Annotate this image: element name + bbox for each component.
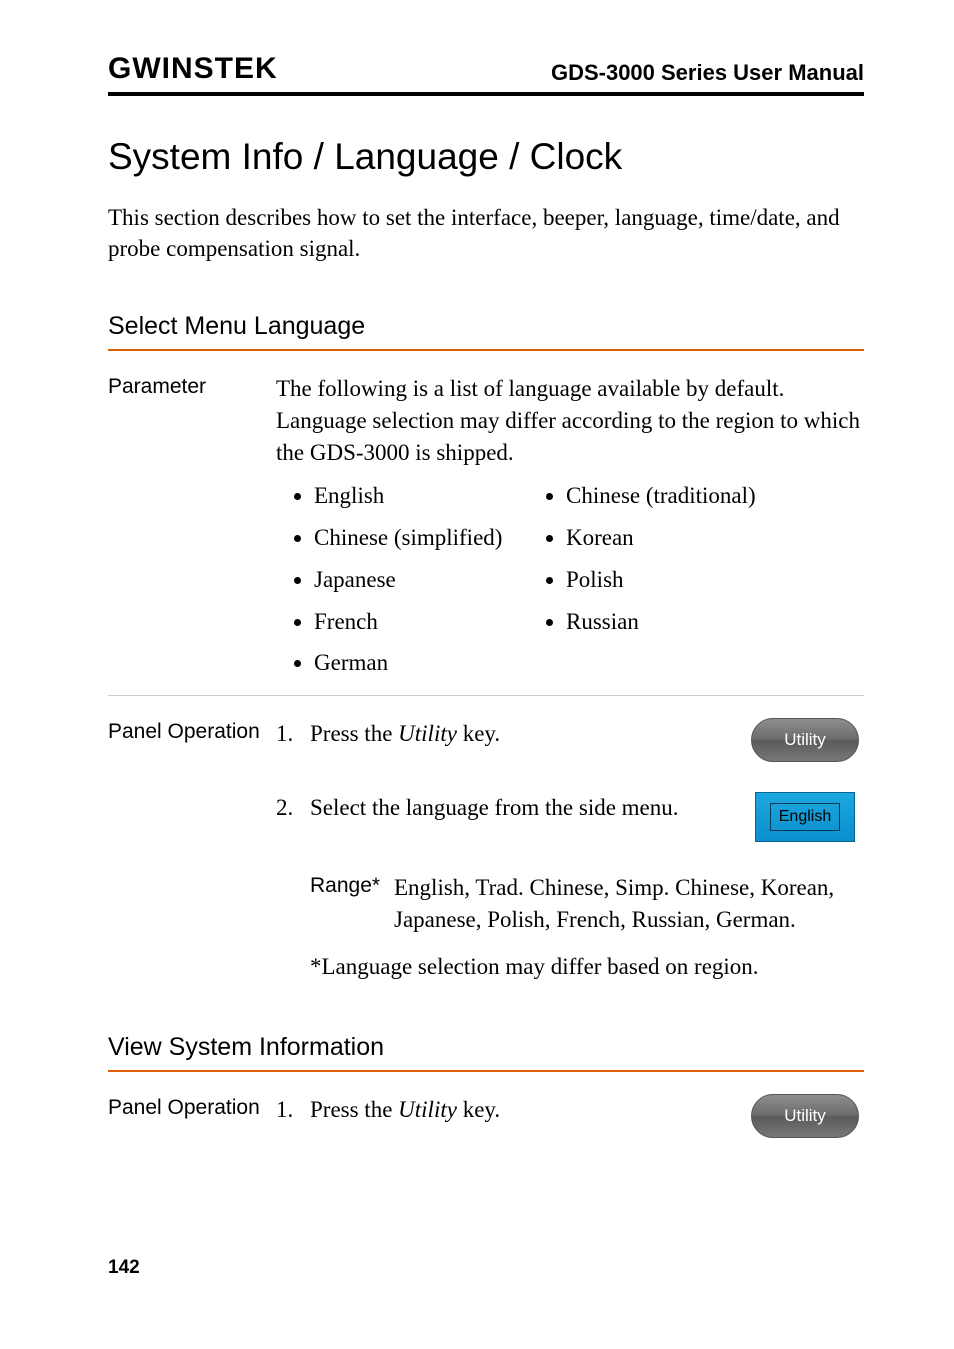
range-label: Range*: [276, 872, 394, 935]
brand-logo: GWINSTEK: [108, 52, 278, 86]
step-number: 1.: [276, 718, 310, 750]
step-number: 1.: [276, 1094, 310, 1126]
language-list: English Chinese (simplified) Japanese Fr…: [276, 480, 864, 689]
step-text: Press the Utility key.: [310, 1094, 746, 1125]
list-item: French: [314, 606, 528, 638]
english-menu-key[interactable]: English: [755, 792, 855, 842]
subsection-heading-language: Select Menu Language: [108, 312, 864, 351]
subsection-heading-sysinfo: View System Information: [108, 1033, 864, 1072]
manual-title: GDS-3000 Series User Manual: [551, 60, 864, 86]
range-footnote: *Language selection may differ based on …: [276, 951, 864, 983]
range-text: English, Trad. Chinese, Simp. Chinese, K…: [394, 872, 864, 935]
list-item: Chinese (simplified): [314, 522, 528, 554]
step-text-italic: Utility: [398, 1097, 457, 1122]
utility-button[interactable]: Utility: [751, 718, 859, 762]
parameter-text: The following is a list of language avai…: [276, 373, 864, 468]
step-text-part: key.: [457, 721, 500, 746]
step-number: 2.: [276, 792, 310, 824]
section-intro: This section describes how to set the in…: [108, 202, 864, 264]
step-text-italic: Utility: [398, 721, 457, 746]
step-text-part: Press the: [310, 721, 398, 746]
logo-text: GWINSTEK: [108, 52, 278, 86]
list-item: Russian: [566, 606, 864, 638]
section-title: System Info / Language / Clock: [108, 136, 864, 178]
list-item: Japanese: [314, 564, 528, 596]
list-item: German: [314, 647, 528, 679]
panel-operation-label: Panel Operation: [108, 718, 276, 1033]
list-item: English: [314, 480, 528, 512]
step-text: Select the language from the side menu.: [310, 792, 746, 823]
page-number: 142: [108, 1257, 140, 1279]
list-item: Polish: [566, 564, 864, 596]
list-item: Chinese (traditional): [566, 480, 864, 512]
utility-button[interactable]: Utility: [751, 1094, 859, 1138]
panel-operation-label: Panel Operation: [108, 1094, 276, 1168]
step-text: Press the Utility key.: [310, 718, 746, 749]
step-text-part: key.: [457, 1097, 500, 1122]
parameter-label: Parameter: [108, 373, 276, 689]
page-header: GWINSTEK GDS-3000 Series User Manual: [108, 52, 864, 96]
step-text-part: Press the: [310, 1097, 398, 1122]
list-item: Korean: [566, 522, 864, 554]
english-menu-key-label: English: [770, 803, 840, 831]
